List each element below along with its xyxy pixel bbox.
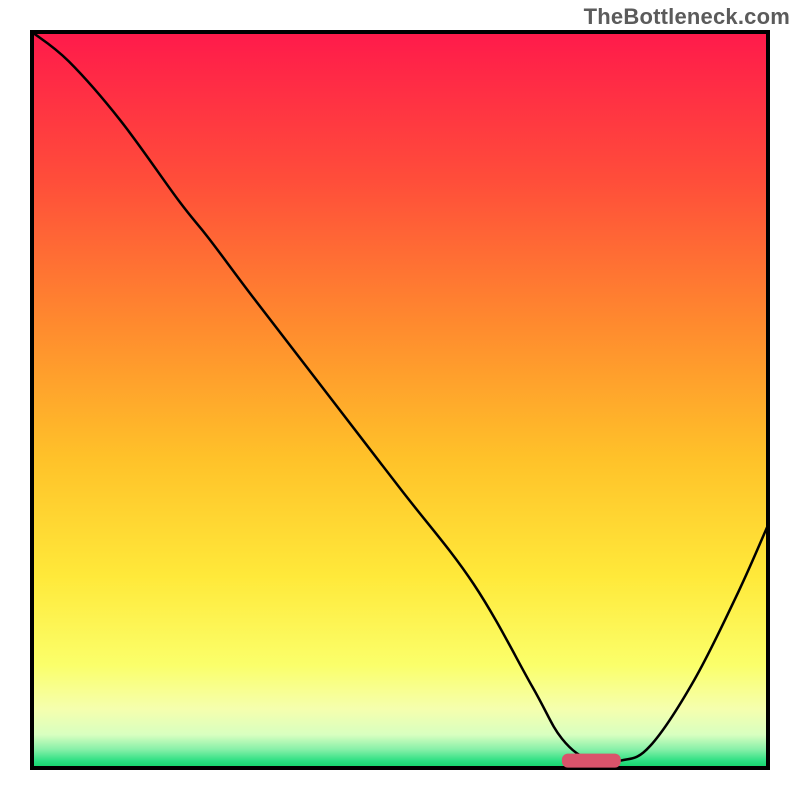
chart-background — [32, 32, 768, 768]
chart-container: TheBottleneck.com — [0, 0, 800, 800]
watermark-text: TheBottleneck.com — [584, 4, 790, 30]
bottleneck-chart — [0, 0, 800, 800]
optimal-range-marker — [562, 754, 621, 768]
